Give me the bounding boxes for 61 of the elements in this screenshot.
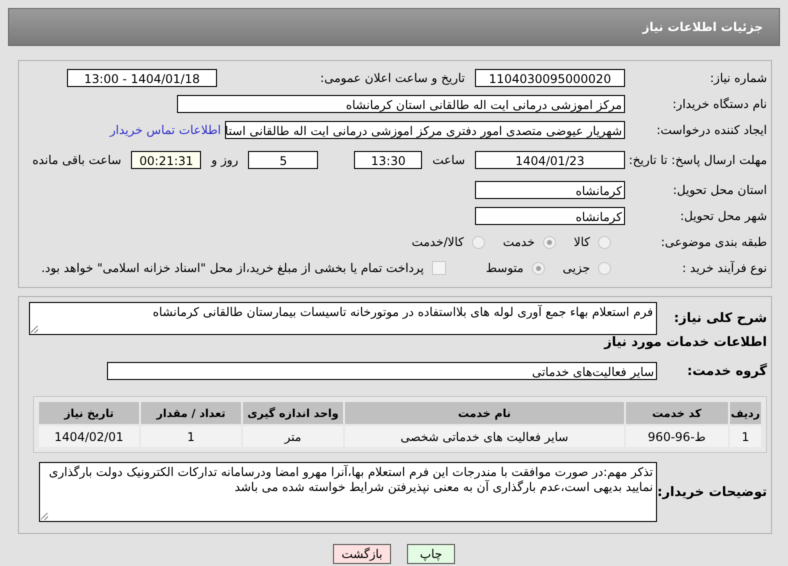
option-label: کالا — [574, 235, 590, 249]
column-header: واحد اندازه گیری — [243, 402, 343, 424]
field-label: مهلت ارسال پاسخ: تا تاریخ: — [628, 153, 767, 167]
table-cell: 1 — [141, 426, 241, 447]
payment-note: پرداخت تمام یا بخشی از مبلغ خرید،از محل "اسناد خزانه اسلامی" خواهد بود. — [41, 261, 424, 275]
table-cell: سایر فعالیت های خدماتی شخصی — [345, 426, 624, 447]
column-header: ردیف — [730, 402, 761, 424]
print-button[interactable]: چاپ — [407, 544, 455, 564]
field-label: شهر محل تحویل: — [679, 209, 767, 223]
field-label: استان محل تحویل: — [672, 183, 767, 197]
radio-button[interactable] — [532, 262, 545, 274]
resize-grip-icon — [31, 326, 38, 332]
announce-date-field[interactable]: 1404/01/18 - 13:00 — [67, 69, 217, 87]
requester-field[interactable]: شهریار عیوضی متصدی امور دفتری مرکز اموزشی درمانی ایت اله طالقانی استا — [225, 121, 625, 139]
column-header: تاریخ نیاز — [39, 402, 139, 424]
option-label: خدمت — [502, 235, 535, 249]
page-title: جزئیات اطلاعات نیاز — [642, 20, 763, 34]
checkbox[interactable] — [432, 261, 446, 275]
table-cell: متر — [243, 426, 343, 447]
field-label: نوع فرآیند خرید : — [681, 261, 767, 275]
province-field[interactable]: کرمانشاه — [475, 181, 625, 199]
option-label: متوسط — [486, 261, 524, 275]
back-button[interactable]: بازگشت — [333, 544, 391, 564]
time-label: ساعت — [432, 153, 465, 167]
radio-button[interactable] — [472, 236, 485, 248]
table-cell: ط-96-960 — [626, 426, 728, 447]
buyer-notes-field[interactable]: تذکر مهم:در صورت موافقت با مندرجات این فرم استعلام بها،آنرا مهرو امضا ودرسامانه تدارکات الکترونیک دولت بارگذاری نمایید بدیهی است،عدم بارگذاری آن به معنی نپذیرفتن شرایط خواسته شده می باشد — [39, 462, 657, 522]
deadline-time-field[interactable]: 13:30 — [354, 151, 422, 169]
radio-button[interactable] — [598, 236, 611, 248]
field-label: تاریخ و ساعت اعلان عمومی: — [319, 71, 465, 85]
table-cell: 1404/02/01 — [39, 426, 139, 447]
option-label: جزیی — [562, 261, 590, 275]
field-label: شماره نیاز: — [709, 71, 767, 85]
description-field[interactable]: فرم استعلام بهاء جمع آوری لوله های بلااستفاده در موتورخانه تاسیسات بیمارستان طالقانی کرمانشاه — [29, 302, 657, 334]
contact-info-link[interactable]: اطلاعات تماس خریدار — [110, 123, 221, 137]
radio-button[interactable] — [542, 236, 556, 248]
description-text: فرم استعلام بهاء جمع آوری لوله های بلااستفاده در موتورخانه تاسیسات بیمارستان طالقانی کرمانشاه — [152, 304, 653, 318]
field-label: توضیحات خریدار: — [657, 484, 767, 500]
city-field[interactable]: کرمانشاه — [475, 207, 625, 225]
need-number-field[interactable]: 1104030095000020 — [475, 69, 625, 87]
buyer-notes-text: تذکر مهم:در صورت موافقت با مندرجات این فرم استعلام بها،آنرا مهرو امضا ودرسامانه تدارکات الکترونیک دولت بارگذاری نمایید بدیهی است،عدم بارگذاری آن به معنی نپذیرفتن شرایط خواسته شده می باشد — [48, 465, 653, 494]
days-field[interactable]: 5 — [248, 151, 318, 169]
column-header: نام خدمت — [345, 402, 624, 424]
buyer-org-field[interactable]: مرکز اموزشی درمانی ایت اله طالقانی استان کرمانشاه — [177, 95, 625, 113]
deadline-date-field[interactable]: 1404/01/23 — [475, 151, 625, 169]
field-label: طبقه بندی موضوعی: — [660, 235, 767, 249]
service-group-field[interactable]: سایر فعالیت‌های خدماتی — [107, 362, 657, 380]
field-label: گروه خدمت: — [686, 364, 767, 378]
radio-button[interactable] — [598, 262, 611, 274]
days-label: روز و — [211, 153, 238, 167]
column-header: تعداد / مقدار — [141, 402, 241, 424]
field-label: نام دستگاه خریدار: — [672, 97, 767, 111]
resize-grip-icon — [41, 513, 48, 520]
table-cell: 1 — [730, 426, 761, 447]
option-label: کالا/خدمت — [412, 235, 464, 249]
field-label: ایجاد کننده درخواست: — [655, 123, 767, 137]
remaining-label: ساعت باقی مانده — [32, 153, 122, 167]
column-header: کد خدمت — [626, 402, 728, 424]
remaining-time-field[interactable]: 00:21:31 — [131, 151, 202, 169]
field-label: شرح کلی نیاز: — [672, 310, 767, 326]
section-heading: اطلاعات خدمات مورد نیاز — [602, 335, 767, 350]
